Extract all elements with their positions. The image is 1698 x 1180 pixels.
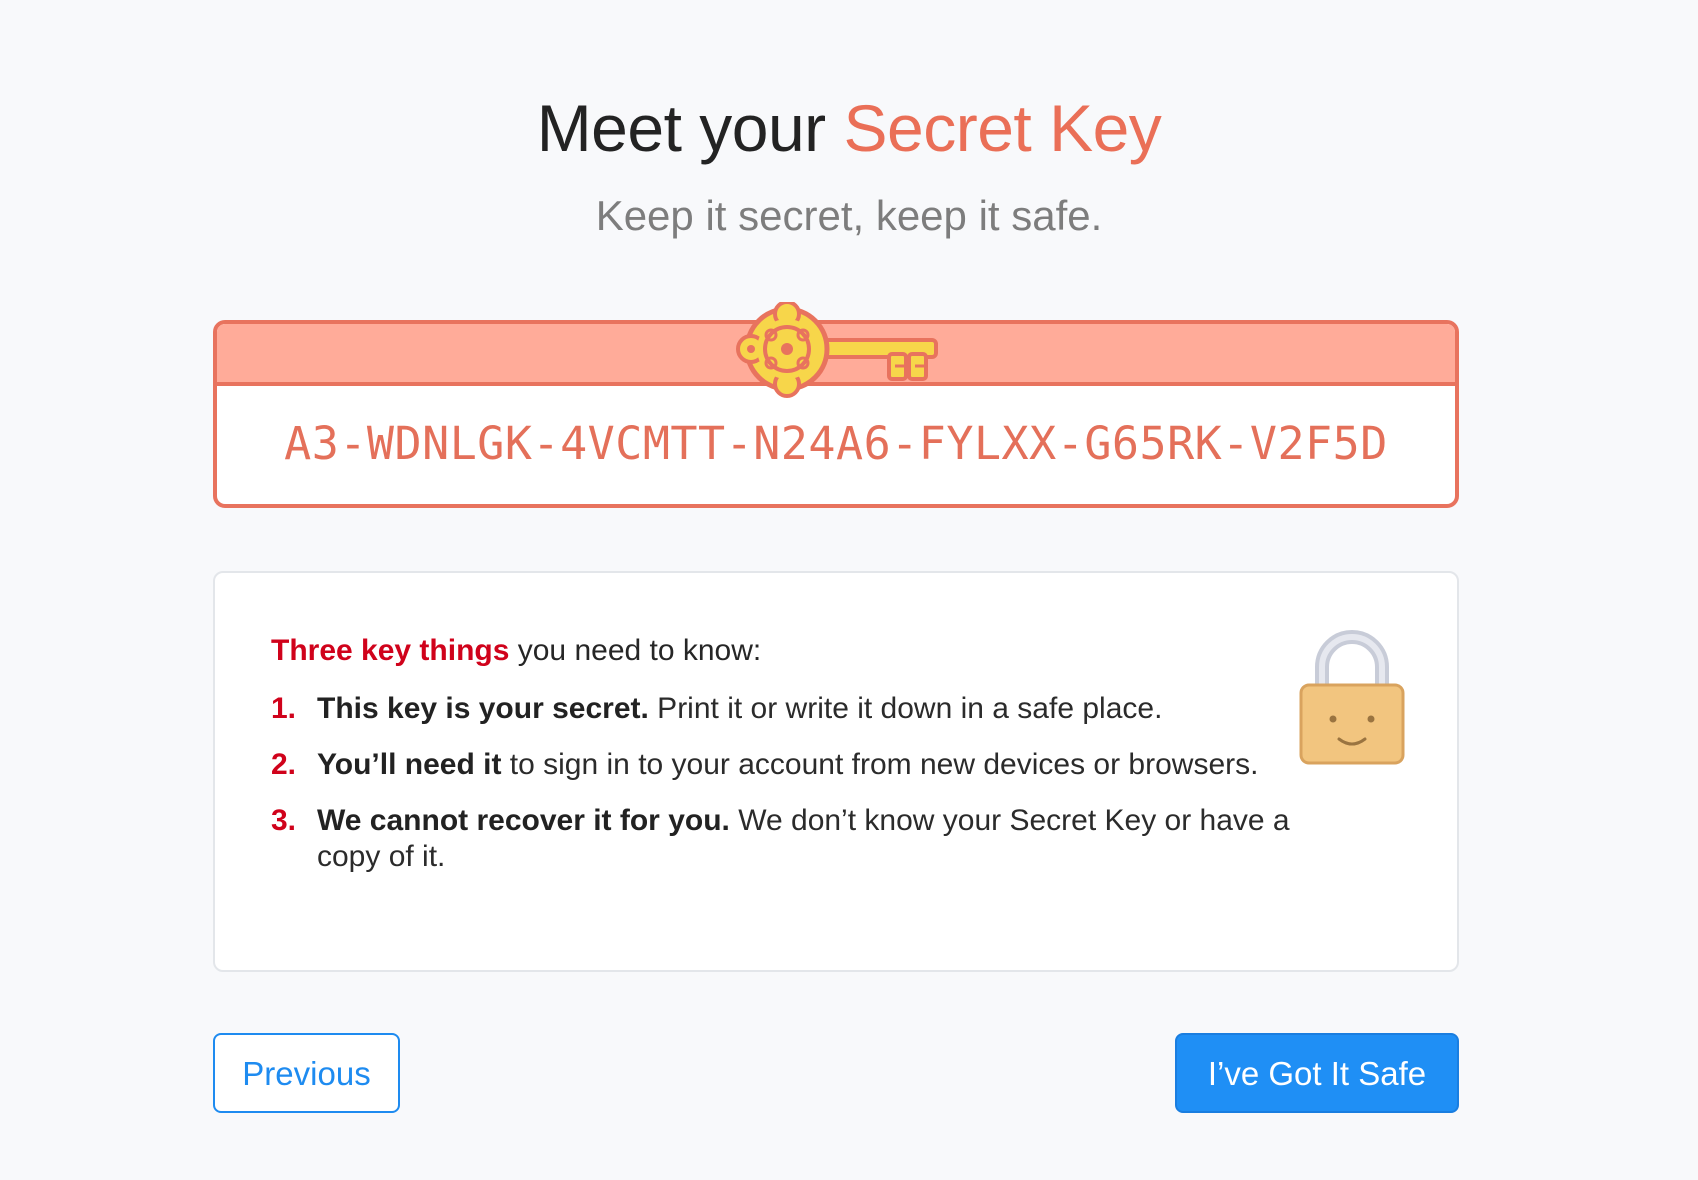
info-intro: Three key things you need to know:	[271, 631, 761, 671]
padlock-icon	[1299, 630, 1405, 765]
previous-button[interactable]: Previous	[213, 1033, 400, 1113]
list-item-bold: This key is your secret.	[317, 692, 649, 725]
title-prefix: Meet your	[536, 91, 844, 165]
list-item: 3. We cannot recover it for you. We don’t…	[271, 803, 1321, 875]
list-item-bold: You’ll need it	[317, 748, 502, 781]
list-item-text: Print it or write it down in a safe plac…	[648, 692, 1163, 725]
list-item-number: 1.	[271, 692, 297, 725]
info-intro-highlight: Three key things	[271, 634, 510, 667]
info-list: 1. This key is your secret. Print it or w…	[271, 691, 1321, 895]
list-item-number: 2.	[271, 748, 297, 781]
secret-key-page: Meet your Secret Key Keep it secret, kee…	[0, 0, 1698, 1180]
key-icon	[736, 302, 938, 398]
list-item-text: to sign in to your account from new devi…	[501, 748, 1259, 781]
list-item-bold: We cannot recover it for you.	[317, 804, 730, 837]
info-intro-text: you need to know:	[509, 634, 762, 667]
title-accent: Secret Key	[843, 91, 1162, 165]
page-subtitle: Keep it secret, keep it safe.	[595, 192, 1103, 239]
got-it-safe-button[interactable]: I’ve Got It Safe	[1175, 1033, 1459, 1113]
list-item: 2. You’ll need it to sign in to your acco…	[271, 747, 1321, 783]
secret-key-card: A3-WDNLGK-4VCMTT-N24A6-FYLXX-G65RK-V2F5D	[213, 302, 1459, 508]
list-item-number: 3.	[271, 804, 297, 837]
info-card: Three key things you need to know: 1. Thi…	[213, 571, 1459, 972]
list-item: 1. This key is your secret. Print it or w…	[271, 691, 1321, 727]
secret-key-value[interactable]: A3-WDNLGK-4VCMTT-N24A6-FYLXX-G65RK-V2F5D	[217, 416, 1455, 472]
page-title: Meet your Secret Key	[0, 88, 1698, 168]
